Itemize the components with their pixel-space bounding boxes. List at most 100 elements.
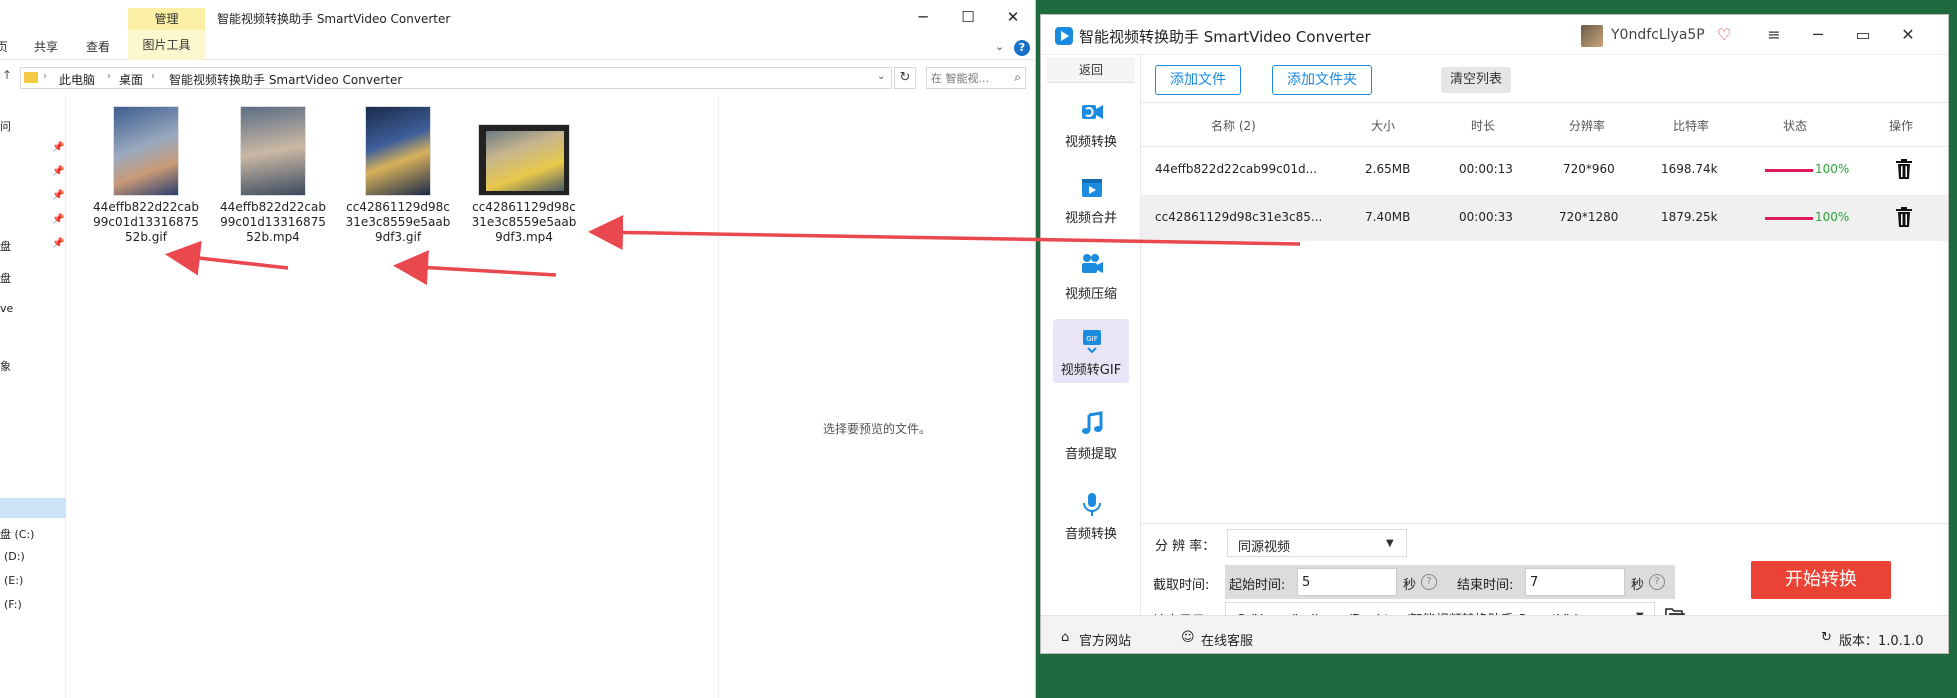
navigation-pane: 问 📌 📌 📌 盘 📌 📌 盘 ve 象 盘 (C:) (D:) (E:) (F… bbox=[0, 96, 66, 698]
sidebar-item-video-convert[interactable]: 视频转换 bbox=[1053, 91, 1129, 155]
progress-text: 100% bbox=[1815, 162, 1850, 176]
up-arrow-icon[interactable]: ↑ bbox=[2, 68, 12, 82]
breadcrumb-desktop[interactable]: 桌面 bbox=[119, 71, 143, 88]
chevron-right-icon: › bbox=[151, 71, 155, 82]
address-box[interactable]: › 此电脑 › 桌面 › 智能视频转换助手 SmartVideo Convert… bbox=[20, 67, 892, 89]
refresh-icon[interactable]: ↻ bbox=[894, 67, 916, 89]
breadcrumb-current-folder[interactable]: 智能视频转换助手 SmartVideo Converter bbox=[169, 71, 402, 88]
pin-icon: 📌 bbox=[52, 166, 65, 177]
nav-item[interactable]: 盘 bbox=[0, 270, 11, 286]
resolution-select[interactable]: 同源视频 ▼ bbox=[1227, 529, 1407, 557]
progress-bar bbox=[1765, 217, 1813, 220]
pin-icon: 📌 bbox=[52, 238, 65, 249]
sidebar-item-label: 音频提取 bbox=[1064, 447, 1117, 462]
cell-resolution: 720*1280 bbox=[1559, 210, 1619, 224]
svg-text:GIF: GIF bbox=[1086, 335, 1098, 343]
cell-duration: 00:00:13 bbox=[1459, 162, 1513, 176]
table-row[interactable]: cc42861129d98c31e3c85... 7.40MB 00:00:33… bbox=[1141, 195, 1948, 241]
maximize-icon[interactable]: ☐ bbox=[948, 6, 988, 28]
app-titlebar: 智能视频转换助手 SmartVideo Converter Y0ndfcLlya… bbox=[1041, 15, 1948, 55]
chevron-down-icon[interactable]: ⌄ bbox=[877, 71, 885, 82]
chevron-right-icon: › bbox=[107, 71, 111, 82]
add-folder-button[interactable]: 添加文件夹 bbox=[1272, 65, 1372, 95]
refresh-icon[interactable]: ↻ bbox=[1821, 630, 1832, 645]
file-item[interactable]: 44effb822d22cab99c01d1331687552b.gif bbox=[91, 96, 201, 245]
avatar[interactable] bbox=[1581, 25, 1603, 47]
back-button[interactable]: 返回 bbox=[1047, 57, 1135, 83]
nav-selection-highlight bbox=[0, 498, 66, 518]
vip-diamond-icon[interactable]: ♡ bbox=[1717, 25, 1731, 44]
start-time-label: 起始时间: bbox=[1229, 578, 1286, 593]
search-input[interactable] bbox=[931, 70, 1007, 86]
pin-icon: 📌 bbox=[52, 142, 65, 153]
video-merge-icon bbox=[1082, 179, 1102, 197]
file-item[interactable]: cc42861129d98c31e3c8559e5aab9df3.mp4 bbox=[469, 96, 579, 245]
support-agent-icon: ☺ bbox=[1181, 630, 1195, 645]
gif-icon: GIF bbox=[1083, 330, 1101, 353]
close-icon[interactable]: ✕ bbox=[1893, 23, 1923, 47]
nav-item-drive-c[interactable]: 盘 (C:) bbox=[0, 526, 34, 542]
video-compress-icon bbox=[1082, 254, 1103, 273]
maximize-icon[interactable]: ▭ bbox=[1848, 23, 1878, 47]
help-icon[interactable]: ? bbox=[1421, 574, 1437, 590]
search-icon[interactable]: ⌕ bbox=[1014, 70, 1021, 85]
nav-item[interactable]: 问 bbox=[0, 118, 11, 134]
sidebar-item-video-to-gif[interactable]: GIF 视频转GIF bbox=[1053, 319, 1129, 383]
chevron-down-icon[interactable]: ⌄ bbox=[995, 40, 1004, 53]
nav-item[interactable]: 盘 bbox=[0, 238, 11, 254]
menu-icon[interactable]: ≡ bbox=[1759, 23, 1789, 47]
trash-icon[interactable] bbox=[1894, 158, 1914, 180]
column-header-duration: 时长 bbox=[1471, 119, 1496, 133]
nav-item[interactable]: ve bbox=[0, 302, 13, 315]
file-thumbnail bbox=[478, 124, 570, 196]
sidebar-item-label: 视频转换 bbox=[1064, 135, 1117, 150]
nav-item[interactable]: 象 bbox=[0, 358, 11, 374]
sidebar-item-audio-convert[interactable]: 音频转换 bbox=[1053, 483, 1129, 547]
official-website-link[interactable]: 官方网站 bbox=[1079, 630, 1131, 649]
cell-duration: 00:00:33 bbox=[1459, 210, 1513, 224]
online-support-link[interactable]: 在线客服 bbox=[1201, 630, 1253, 649]
end-time-input[interactable] bbox=[1525, 568, 1625, 596]
start-time-input[interactable] bbox=[1297, 568, 1397, 596]
home-icon: ⌂ bbox=[1061, 630, 1070, 645]
help-icon[interactable]: ? bbox=[1014, 40, 1030, 56]
video-convert-icon bbox=[1082, 105, 1103, 119]
sidebar-item-audio-extract[interactable]: 音频提取 bbox=[1053, 403, 1129, 467]
nav-item-drive-e[interactable]: (E:) bbox=[4, 574, 23, 587]
nav-item-drive-f[interactable]: (F:) bbox=[4, 598, 22, 611]
sidebar-item-label: 视频合并 bbox=[1064, 211, 1117, 226]
help-icon[interactable]: ? bbox=[1649, 574, 1665, 590]
username[interactable]: Y0ndfcLlya5P bbox=[1611, 27, 1705, 43]
nav-item-drive-d[interactable]: (D:) bbox=[4, 550, 25, 563]
ribbon-tab-view[interactable]: 查看 bbox=[86, 38, 110, 55]
search-box[interactable]: ⌕ bbox=[926, 67, 1026, 89]
file-item[interactable]: 44effb822d22cab99c01d1331687552b.mp4 bbox=[218, 96, 328, 245]
app-logo-icon bbox=[1055, 27, 1073, 45]
column-header-status: 状态 bbox=[1783, 119, 1808, 133]
progress-text: 100% bbox=[1815, 210, 1850, 224]
trash-icon[interactable] bbox=[1894, 206, 1914, 228]
minimize-icon[interactable]: ─ bbox=[1803, 23, 1833, 47]
table-row[interactable]: 44effb822d22cab99c01d... 2.65MB 00:00:13… bbox=[1141, 147, 1948, 193]
column-header-bitrate: 比特率 bbox=[1673, 119, 1710, 133]
breadcrumb-this-pc[interactable]: 此电脑 bbox=[59, 71, 95, 88]
ribbon-tab-share[interactable]: 共享 bbox=[34, 38, 58, 55]
cell-bitrate: 1879.25k bbox=[1661, 210, 1718, 224]
file-item[interactable]: cc42861129d98c31e3c8559e5aab9df3.gif bbox=[343, 96, 453, 245]
close-icon[interactable]: ✕ bbox=[993, 6, 1033, 28]
explorer-title: 智能视频转换助手 SmartVideo Converter bbox=[217, 12, 451, 26]
end-time-label: 结束时间: bbox=[1457, 578, 1514, 593]
start-convert-button[interactable]: 开始转换 bbox=[1751, 561, 1891, 599]
column-header-resolution: 分辨率 bbox=[1569, 119, 1606, 133]
add-file-button[interactable]: 添加文件 bbox=[1155, 65, 1241, 95]
clear-list-button[interactable]: 清空列表 bbox=[1441, 67, 1511, 93]
progress-bar bbox=[1765, 169, 1813, 172]
manage-tab[interactable]: 管理 bbox=[128, 8, 205, 30]
sidebar-item-video-compress[interactable]: 视频压缩 bbox=[1053, 243, 1129, 307]
ribbon-tab-picture-tools[interactable]: 图片工具 bbox=[128, 30, 205, 60]
sidebar-item-video-merge[interactable]: 视频合并 bbox=[1053, 167, 1129, 231]
ribbon-tab-file[interactable]: 页 bbox=[0, 38, 8, 55]
minimize-icon[interactable]: ─ bbox=[903, 6, 943, 28]
column-header-name[interactable]: 名称 (2) bbox=[1211, 117, 1256, 134]
end-seconds-unit: 秒 bbox=[1631, 578, 1645, 593]
